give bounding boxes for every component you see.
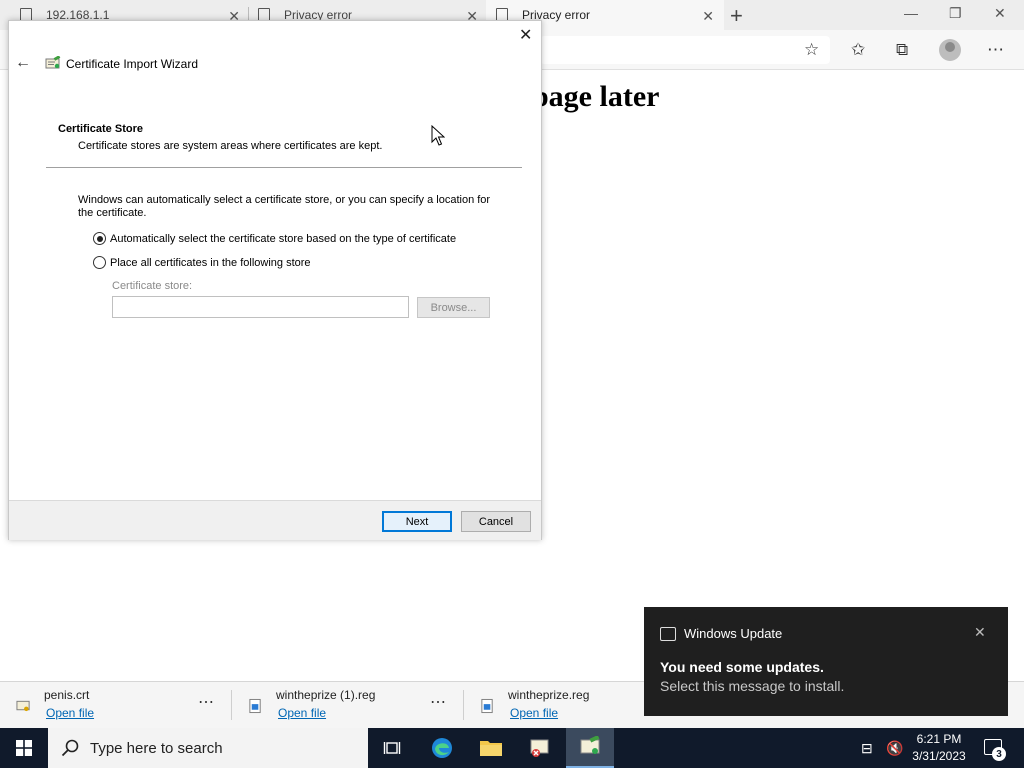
new-tab-icon[interactable]: + <box>730 3 743 29</box>
edge-icon <box>432 738 452 758</box>
section-subtitle: Certificate stores are system areas wher… <box>78 140 383 152</box>
intro-text: Windows can automatically select a certi… <box>78 194 491 219</box>
update-icon <box>660 627 676 641</box>
windows-logo-icon <box>16 740 32 756</box>
folder-icon <box>480 741 502 756</box>
download-filename: penis.crt <box>44 688 90 702</box>
notification-count-badge: 3 <box>992 747 1006 761</box>
start-button[interactable] <box>0 728 48 768</box>
certificate-store-field[interactable] <box>112 296 409 318</box>
mouse-cursor-icon <box>431 125 445 146</box>
profile-avatar[interactable] <box>939 39 961 61</box>
registry-file-icon <box>249 698 261 714</box>
taskbar-certificate-manager[interactable] <box>516 728 564 768</box>
notification-app-name: Windows Update <box>684 626 783 641</box>
windows-update-notification[interactable]: Windows Update ✕ You need some updates. … <box>644 607 1008 716</box>
favorites-icon[interactable]: ✩ <box>851 40 865 60</box>
restore-icon[interactable]: ❐ <box>949 5 962 22</box>
wizard-footer: Next Cancel <box>9 500 541 540</box>
radio-button-selected[interactable] <box>93 232 106 245</box>
close-icon[interactable]: ✕ <box>702 8 714 25</box>
section-title: Certificate Store <box>58 123 143 135</box>
certificate-file-icon <box>16 700 30 712</box>
wizard-title: Certificate Import Wizard <box>66 57 199 71</box>
certificate-icon <box>45 56 61 69</box>
taskbar-file-explorer[interactable] <box>467 728 515 768</box>
clock-time: 6:21 PM <box>916 732 962 746</box>
radio-auto-select[interactable]: Automatically select the certificate sto… <box>93 232 456 245</box>
taskbar-certificate-wizard[interactable] <box>566 728 614 768</box>
certificate-icon <box>530 739 549 757</box>
close-icon[interactable]: ✕ <box>974 624 986 641</box>
next-button[interactable]: Next <box>382 511 452 532</box>
close-window-icon[interactable]: ✕ <box>994 5 1006 22</box>
divider <box>46 167 522 168</box>
volume-muted-icon[interactable]: 🔇 <box>886 728 903 768</box>
radio-label[interactable]: Place all certificates in the following … <box>110 257 311 269</box>
clock[interactable]: 6:21 PM 3/31/2023 <box>908 731 970 765</box>
task-view-button[interactable] <box>368 728 416 768</box>
clock-date: 3/31/2023 <box>912 749 966 763</box>
more-options-icon[interactable]: ⋯ <box>430 692 447 712</box>
taskbar-edge[interactable] <box>418 728 466 768</box>
download-filename: wintheprize (1).reg <box>276 688 376 702</box>
browse-button[interactable]: Browse... <box>417 297 490 318</box>
search-placeholder: Type here to search <box>90 739 223 757</box>
close-icon[interactable]: ✕ <box>519 25 532 45</box>
download-item[interactable]: wintheprize.reg Open file <box>464 682 644 729</box>
radio-place-in-store[interactable]: Place all certificates in the following … <box>93 256 311 269</box>
collections-icon[interactable]: ⧉ <box>896 40 908 60</box>
minimize-icon[interactable]: — <box>904 5 918 21</box>
more-menu-icon[interactable]: ⋯ <box>987 40 1004 60</box>
certificate-icon <box>580 736 600 754</box>
download-filename: wintheprize.reg <box>508 688 590 702</box>
search-icon <box>61 739 79 757</box>
page-heading: page later <box>532 80 660 113</box>
radio-button[interactable] <box>93 256 106 269</box>
back-arrow-icon[interactable]: ← <box>15 54 31 72</box>
download-item[interactable]: penis.crt Open file ⋯ <box>0 682 230 729</box>
address-bar[interactable] <box>540 36 830 64</box>
task-view-icon <box>383 742 401 754</box>
taskbar: Type here to search ⊟ 🔇 6:21 PM 3/31/202… <box>0 728 1024 768</box>
network-icon[interactable]: ⊟ <box>861 728 873 768</box>
more-options-icon[interactable]: ⋯ <box>198 692 215 712</box>
download-item[interactable]: wintheprize (1).reg Open file ⋯ <box>232 682 462 729</box>
favorite-star-icon[interactable]: ☆ <box>804 40 819 60</box>
open-file-link[interactable]: Open file <box>278 706 326 720</box>
notification-title: You need some updates. <box>660 659 824 675</box>
cancel-button[interactable]: Cancel <box>461 511 531 532</box>
radio-label[interactable]: Automatically select the certificate sto… <box>110 233 456 245</box>
certificate-import-wizard: ✕ ← Certificate Import Wizard Certificat… <box>8 20 542 540</box>
taskbar-search[interactable]: Type here to search <box>48 728 368 768</box>
notification-message: Select this message to install. <box>660 678 845 694</box>
store-field-label: Certificate store: <box>112 280 193 292</box>
open-file-link[interactable]: Open file <box>46 706 94 720</box>
registry-file-icon <box>481 698 493 714</box>
open-file-link[interactable]: Open file <box>510 706 558 720</box>
